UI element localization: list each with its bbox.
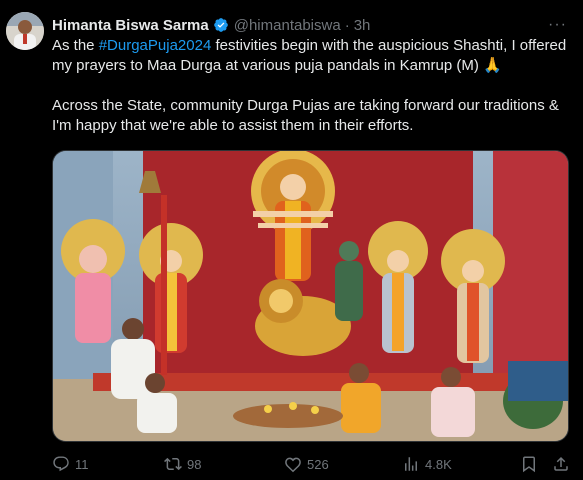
reply-count: 11 xyxy=(75,456,89,472)
like-count: 526 xyxy=(307,456,329,472)
tweet-header: Himanta Biswa Sarma @himantabiswa · 3h ·… xyxy=(52,14,567,36)
timestamp[interactable]: 3h xyxy=(354,17,371,34)
tweet-text-pre: As the xyxy=(52,37,99,54)
repost-count: 98 xyxy=(187,456,202,472)
views-chart-icon xyxy=(405,457,417,471)
repost-icon xyxy=(164,457,182,471)
reply-button[interactable]: 11 xyxy=(52,455,89,473)
verified-badge-icon xyxy=(213,17,229,33)
more-options-icon[interactable]: ··· xyxy=(548,16,567,34)
views-count: 4.8K xyxy=(425,456,452,472)
like-button[interactable]: 526 xyxy=(284,455,329,473)
heart-icon xyxy=(285,457,301,473)
hashtag-link[interactable]: #DurgaPuja2024 xyxy=(99,37,212,54)
share-button[interactable] xyxy=(552,455,575,473)
repost-button[interactable]: 98 xyxy=(164,455,201,473)
bookmark-icon xyxy=(523,456,535,473)
share-icon xyxy=(554,456,568,471)
author-handle[interactable]: @himantabiswa xyxy=(234,17,341,34)
durga-puja-photo-illustration xyxy=(53,151,568,441)
tweet-text: As the #DurgaPuja2024 festivities begin … xyxy=(52,36,572,136)
tweet-actions: 11 98 526 4.8K xyxy=(52,452,568,476)
separator-dot: · xyxy=(344,16,350,34)
bookmark-button[interactable] xyxy=(520,455,543,473)
views-button[interactable]: 4.8K xyxy=(402,455,452,473)
author-name[interactable]: Himanta Biswa Sarma xyxy=(52,17,209,34)
tweet-paragraph-1: As the #DurgaPuja2024 festivities begin … xyxy=(52,36,572,76)
tweet-photo[interactable] xyxy=(52,150,569,442)
author-avatar[interactable] xyxy=(6,12,44,50)
reply-icon xyxy=(53,456,69,472)
tweet-paragraph-2: Across the State, community Durga Pujas … xyxy=(52,97,559,134)
